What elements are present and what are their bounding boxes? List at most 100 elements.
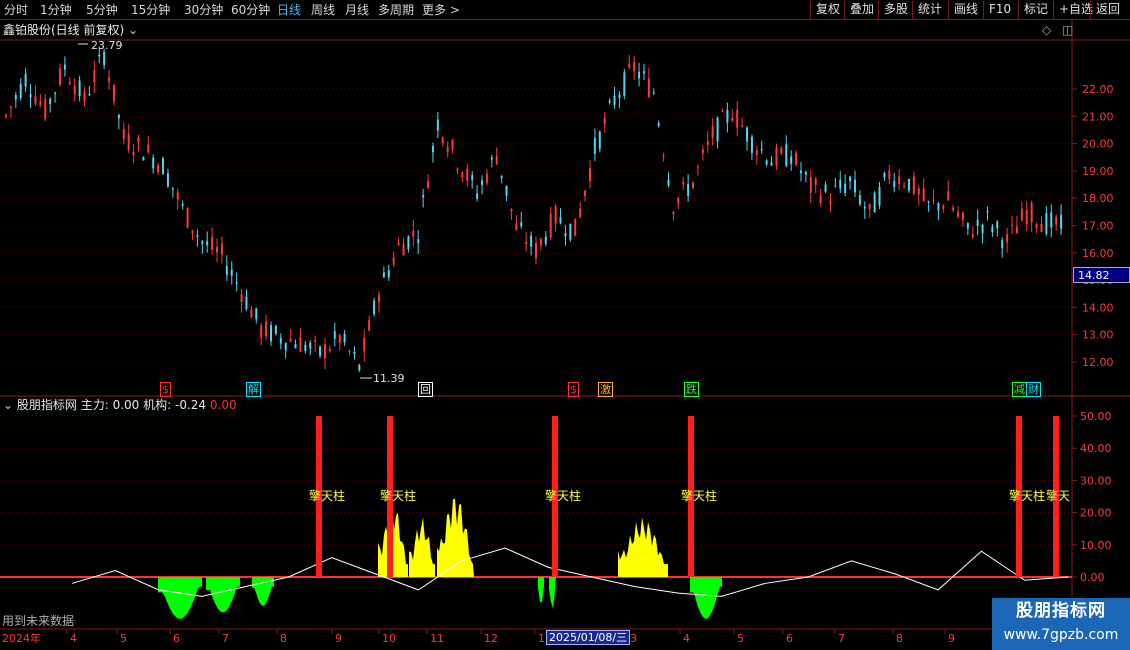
selected-date: 2025/01/08/三 [546,630,631,645]
main-tick-label: 20.00 [1082,138,1114,151]
period-2[interactable]: 5分钟 [86,2,118,18]
candle-body [981,224,984,234]
candle-body [78,80,81,97]
candle-body [858,195,861,205]
candle-body [1015,226,1018,234]
sub-tick-label: 20.00 [1080,507,1112,520]
candle-body [849,176,852,181]
candle-body [721,111,724,113]
toolbar-button-6[interactable]: 标记 [1018,1,1048,19]
toolbar-button-1[interactable]: 叠加 [844,1,874,19]
candle-body [456,168,459,171]
candle-body [29,94,32,98]
period-4[interactable]: 30分钟 [184,2,223,18]
main-chart-title: 鑫铂股份(日线 前复权) [3,23,125,37]
watermark-url: www.7gpzb.com [1003,627,1119,643]
candle-body [265,321,268,337]
candle-body [750,136,753,154]
candle-body [647,78,650,97]
candle-body [476,193,479,199]
candle-body [181,203,184,206]
candle-body [461,172,464,178]
period-6[interactable]: 日线 [277,2,301,18]
green-block [549,577,556,609]
candle-body [834,185,837,187]
toolbar-button-2[interactable]: 多股 [878,1,908,19]
period-9[interactable]: 多周期 [378,2,414,18]
candle-body [112,84,115,102]
pillar-label: 擎天柱 [380,489,417,503]
period-1[interactable]: 1分钟 [40,2,72,18]
candle-body [274,325,277,334]
candle-body [696,166,699,168]
toolbar-button-0[interactable]: 复权 [810,1,840,19]
toolbar-button-8[interactable]: 返回 [1090,1,1120,19]
candle-body [525,241,528,245]
signal-tag: 回 [418,382,433,397]
candle-body [559,217,562,224]
candle-body [1055,217,1058,225]
candle-body [147,145,150,153]
time-label: 4 [683,632,690,645]
signal-tag: $ [568,382,579,397]
period-0[interactable]: 分时 [4,2,28,18]
sub-tick-label: 10.00 [1080,539,1112,552]
period-8[interactable]: 月线 [345,2,369,18]
toolbar-button-5[interactable]: F10 [983,1,1011,19]
green-block [538,577,544,603]
maximize-icon[interactable]: ◫ [1062,23,1073,37]
chevron-down-icon[interactable]: ⌄ [128,23,138,37]
candle-body [912,176,915,194]
indicator-header: ⌄ 股朋指标网 主力: 0.00 机构: -0.24 0.00 [3,398,237,413]
candle-body [19,83,22,99]
candle-body [412,230,415,237]
chevron-down-icon[interactable]: ⌄ [3,398,13,412]
candle-body [260,325,263,338]
candle-body [407,236,410,249]
candle-body [93,70,96,83]
time-label: 3 [630,632,637,645]
yellow-block [409,517,435,577]
candle-body [623,72,626,96]
candle-body [701,149,704,154]
period-3[interactable]: 15分钟 [131,2,170,18]
diamond-icon[interactable]: ◇ [1042,23,1051,37]
candle-body [49,98,52,105]
period-7[interactable]: 周线 [311,2,335,18]
candle-body [451,139,454,150]
candle-body [844,183,847,194]
candle-body [343,333,346,343]
candle-body [58,68,61,85]
period-toolbar: 分时 1分钟 5分钟 15分钟 30分钟 60分钟 日线 周线 月线 多周期 更多 > 复权 叠加 多股统… [0,0,1130,20]
candle-body [289,338,292,342]
candle-body [736,109,739,128]
candle-body [422,195,425,198]
watermark: 股朋指标网 www.7gpzb.com [992,598,1130,650]
candle-body [270,325,272,342]
sub-tick-label: 30.00 [1080,474,1112,487]
candle-body [54,92,57,94]
candle-body [240,294,243,303]
candle-body [382,272,385,278]
candle-body [353,351,356,354]
sub-tick-label: 0.00 [1080,571,1105,584]
toolbar-button-7[interactable]: +自选 [1053,1,1093,19]
candle-body [186,207,189,228]
signal-tag: 解 [246,382,261,397]
candle-body [804,171,807,175]
candle-body [431,145,434,153]
candle-body [216,247,219,253]
candle-body [250,309,253,318]
low-price-label: 11.39 [373,372,405,385]
candle-body [927,201,930,203]
time-label: 8 [896,632,903,645]
period-5[interactable]: 60分钟 [231,2,270,18]
green-block [158,577,202,619]
candle-body [863,206,866,209]
candle-body [137,137,140,143]
candle-body [377,294,380,303]
toolbar-button-4[interactable]: 画线 [948,1,978,19]
toolbar-button-3[interactable]: 统计 [912,1,942,19]
period-10[interactable]: 更多 > [422,2,460,18]
candle-body [809,176,812,193]
